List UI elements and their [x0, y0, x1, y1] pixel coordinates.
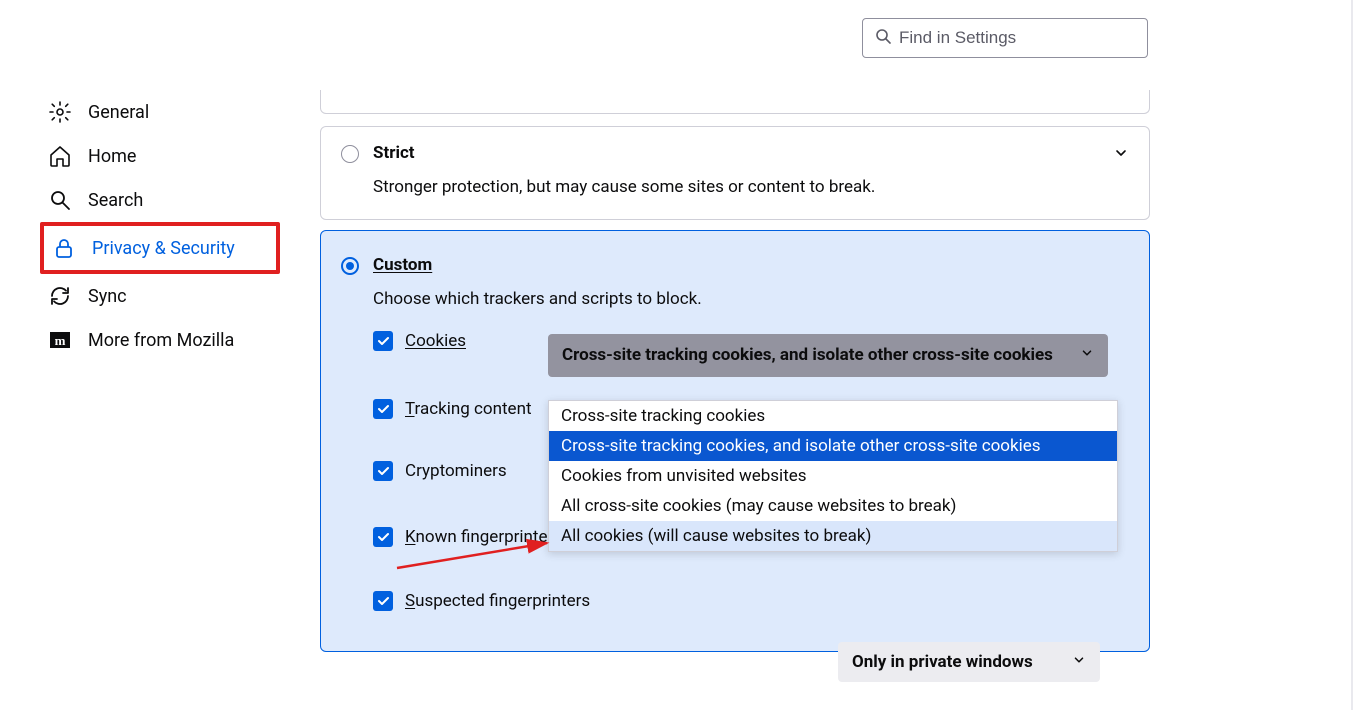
tracking-checkbox[interactable]: [373, 399, 393, 419]
known-fp-label: Known fingerprinters: [405, 527, 562, 547]
custom-head: Custom: [341, 255, 1129, 275]
lock-icon: [52, 236, 76, 260]
custom-desc: Choose which trackers and scripts to blo…: [373, 289, 1129, 309]
custom-title: Custom: [373, 255, 432, 275]
strict-radio[interactable]: [341, 145, 359, 163]
susp-fp-checkbox[interactable]: [373, 591, 393, 611]
sidebar-item-more-mozilla[interactable]: m More from Mozilla: [40, 318, 280, 362]
cookies-option-0[interactable]: Cross-site tracking cookies: [549, 401, 1117, 431]
custom-radio[interactable]: [341, 257, 359, 275]
settings-search-input[interactable]: [899, 28, 1135, 48]
sidebar-item-search[interactable]: Search: [40, 178, 280, 222]
susp-fp-label: Suspected fingerprinters: [405, 591, 590, 611]
settings-search-box[interactable]: [862, 18, 1148, 58]
cookies-select[interactable]: Cross-site tracking cookies, and isolate…: [548, 334, 1108, 377]
sidebar-label-home: Home: [88, 146, 136, 167]
sidebar-label-search: Search: [88, 190, 143, 211]
sidebar-item-sync[interactable]: Sync: [40, 274, 280, 318]
magnifier-icon: [48, 188, 72, 212]
cookies-select-value: Cross-site tracking cookies, and isolate…: [562, 344, 1063, 367]
chevron-down-icon: [1080, 345, 1094, 365]
susp-fp-select[interactable]: Only in private windows: [838, 642, 1100, 682]
search-icon: [875, 28, 891, 49]
tracking-strict-panel[interactable]: Strict Stronger protection, but may caus…: [320, 126, 1150, 220]
known-fp-checkbox[interactable]: [373, 527, 393, 547]
cookies-option-2[interactable]: Cookies from unvisited websites: [549, 461, 1117, 491]
sync-icon: [48, 284, 72, 308]
chevron-down-icon[interactable]: [1113, 145, 1129, 166]
cookies-option-4[interactable]: All cookies (will cause websites to brea…: [549, 521, 1117, 551]
chevron-down-icon: [1072, 652, 1086, 672]
svg-text:m: m: [55, 333, 66, 348]
settings-search-wrap: [862, 18, 1148, 58]
strict-title: Strict: [373, 143, 875, 163]
sidebar-item-privacy-security[interactable]: Privacy & Security: [40, 222, 280, 274]
mozilla-icon: m: [48, 328, 72, 352]
settings-sidebar: General Home Search Privacy & Security S…: [40, 90, 280, 362]
sidebar-label-privacy: Privacy & Security: [92, 238, 235, 259]
strict-desc: Stronger protection, but may cause some …: [373, 177, 875, 197]
sidebar-label-sync: Sync: [88, 286, 127, 307]
crypto-label: Cryptominers: [405, 461, 507, 481]
sidebar-item-home[interactable]: Home: [40, 134, 280, 178]
sidebar-label-more: More from Mozilla: [88, 330, 234, 351]
cookies-option-1[interactable]: Cross-site tracking cookies, and isolate…: [549, 431, 1117, 461]
home-icon: [48, 144, 72, 168]
cookies-option-3[interactable]: All cross-site cookies (may cause websit…: [549, 491, 1117, 521]
gear-icon: [48, 100, 72, 124]
sidebar-label-general: General: [88, 102, 149, 123]
crypto-checkbox[interactable]: [373, 461, 393, 481]
prev-panel-cutoff: [320, 90, 1150, 114]
tracking-label: Tracking content: [405, 399, 532, 419]
checkbox-row-susp-fp: Suspected fingerprinters: [373, 591, 1129, 611]
sidebar-item-general[interactable]: General: [40, 90, 280, 134]
strict-text: Strict Stronger protection, but may caus…: [373, 143, 875, 197]
susp-fp-select-value: Only in private windows: [852, 652, 1033, 672]
cookies-checkbox[interactable]: [373, 331, 393, 351]
cookies-dropdown: Cross-site tracking cookies Cross-site t…: [548, 400, 1118, 552]
cookies-label: Cookies: [405, 331, 466, 351]
